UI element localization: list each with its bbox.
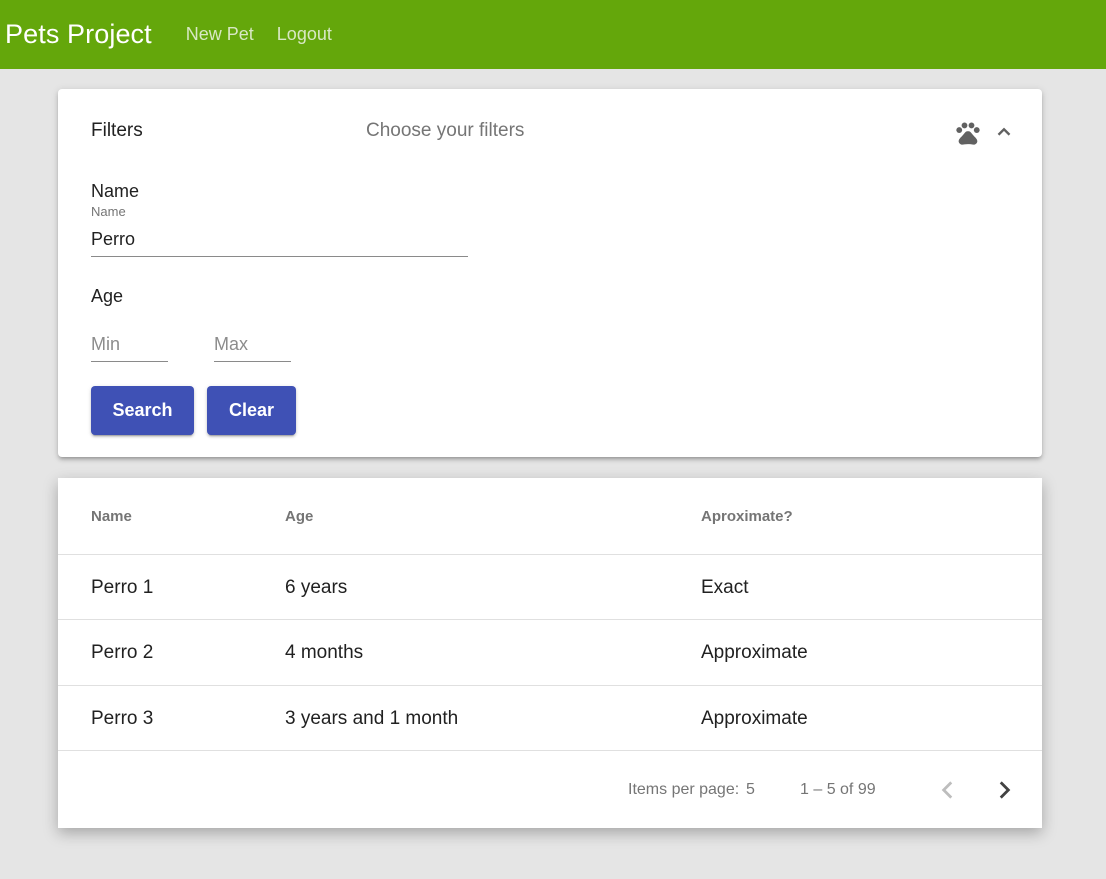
paginator: Items per page: 5 1 – 5 of 99 (58, 750, 1042, 828)
logout-link[interactable]: Logout (277, 24, 332, 45)
cell-age: 6 years (285, 577, 348, 598)
filters-panel: Filters Choose your filters Name Name Ag… (58, 89, 1042, 457)
clear-button[interactable]: Clear (207, 386, 296, 435)
chevron-left-icon[interactable] (935, 777, 961, 803)
filters-title: Filters (91, 120, 143, 141)
cell-approximate: Approximate (701, 642, 808, 663)
filters-description: Choose your filters (366, 120, 525, 141)
pets-table: Name Age Aproximate? Perro 1 6 years Exa… (58, 478, 1042, 828)
table-row[interactable]: Perro 3 3 years and 1 month Approximate (58, 685, 1042, 751)
items-per-page-select[interactable]: 5 (746, 781, 755, 799)
paginator-range: 1 – 5 of 99 (800, 781, 876, 798)
table-row[interactable]: Perro 2 4 months Approximate (58, 619, 1042, 685)
cell-approximate: Approximate (701, 708, 808, 729)
filters-panel-header[interactable]: Filters Choose your filters (58, 89, 1042, 171)
name-input[interactable] (91, 229, 468, 250)
column-header-name[interactable]: Name (91, 508, 132, 525)
cell-age: 3 years and 1 month (285, 708, 459, 729)
cell-approximate: Exact (701, 577, 749, 598)
chevron-right-icon[interactable] (991, 777, 1017, 803)
chevron-up-icon[interactable] (993, 121, 1015, 143)
cell-name: Perro 1 (91, 577, 154, 598)
cell-name: Perro 2 (91, 642, 154, 663)
paw-icon (956, 122, 980, 145)
age-min-field (91, 326, 168, 362)
name-section-label: Name (91, 181, 140, 201)
age-section-label: Age (91, 286, 124, 306)
age-max-field (214, 326, 291, 362)
table-row[interactable]: Perro 1 6 years Exact (58, 554, 1042, 620)
app-toolbar: Pets Project New Pet Logout (0, 0, 1106, 69)
name-field: Name (91, 201, 468, 257)
age-min-input[interactable] (91, 334, 168, 355)
cell-name: Perro 3 (91, 708, 154, 729)
column-header-approximate[interactable]: Aproximate? (701, 508, 793, 525)
search-button[interactable]: Search (91, 386, 194, 435)
age-max-input[interactable] (214, 334, 291, 355)
name-field-label: Name (91, 204, 126, 219)
new-pet-link[interactable]: New Pet (186, 24, 254, 45)
items-per-page-label: Items per page: (628, 781, 740, 798)
column-header-age[interactable]: Age (285, 508, 313, 525)
cell-age: 4 months (285, 642, 364, 663)
app-title: Pets Project (5, 19, 152, 49)
